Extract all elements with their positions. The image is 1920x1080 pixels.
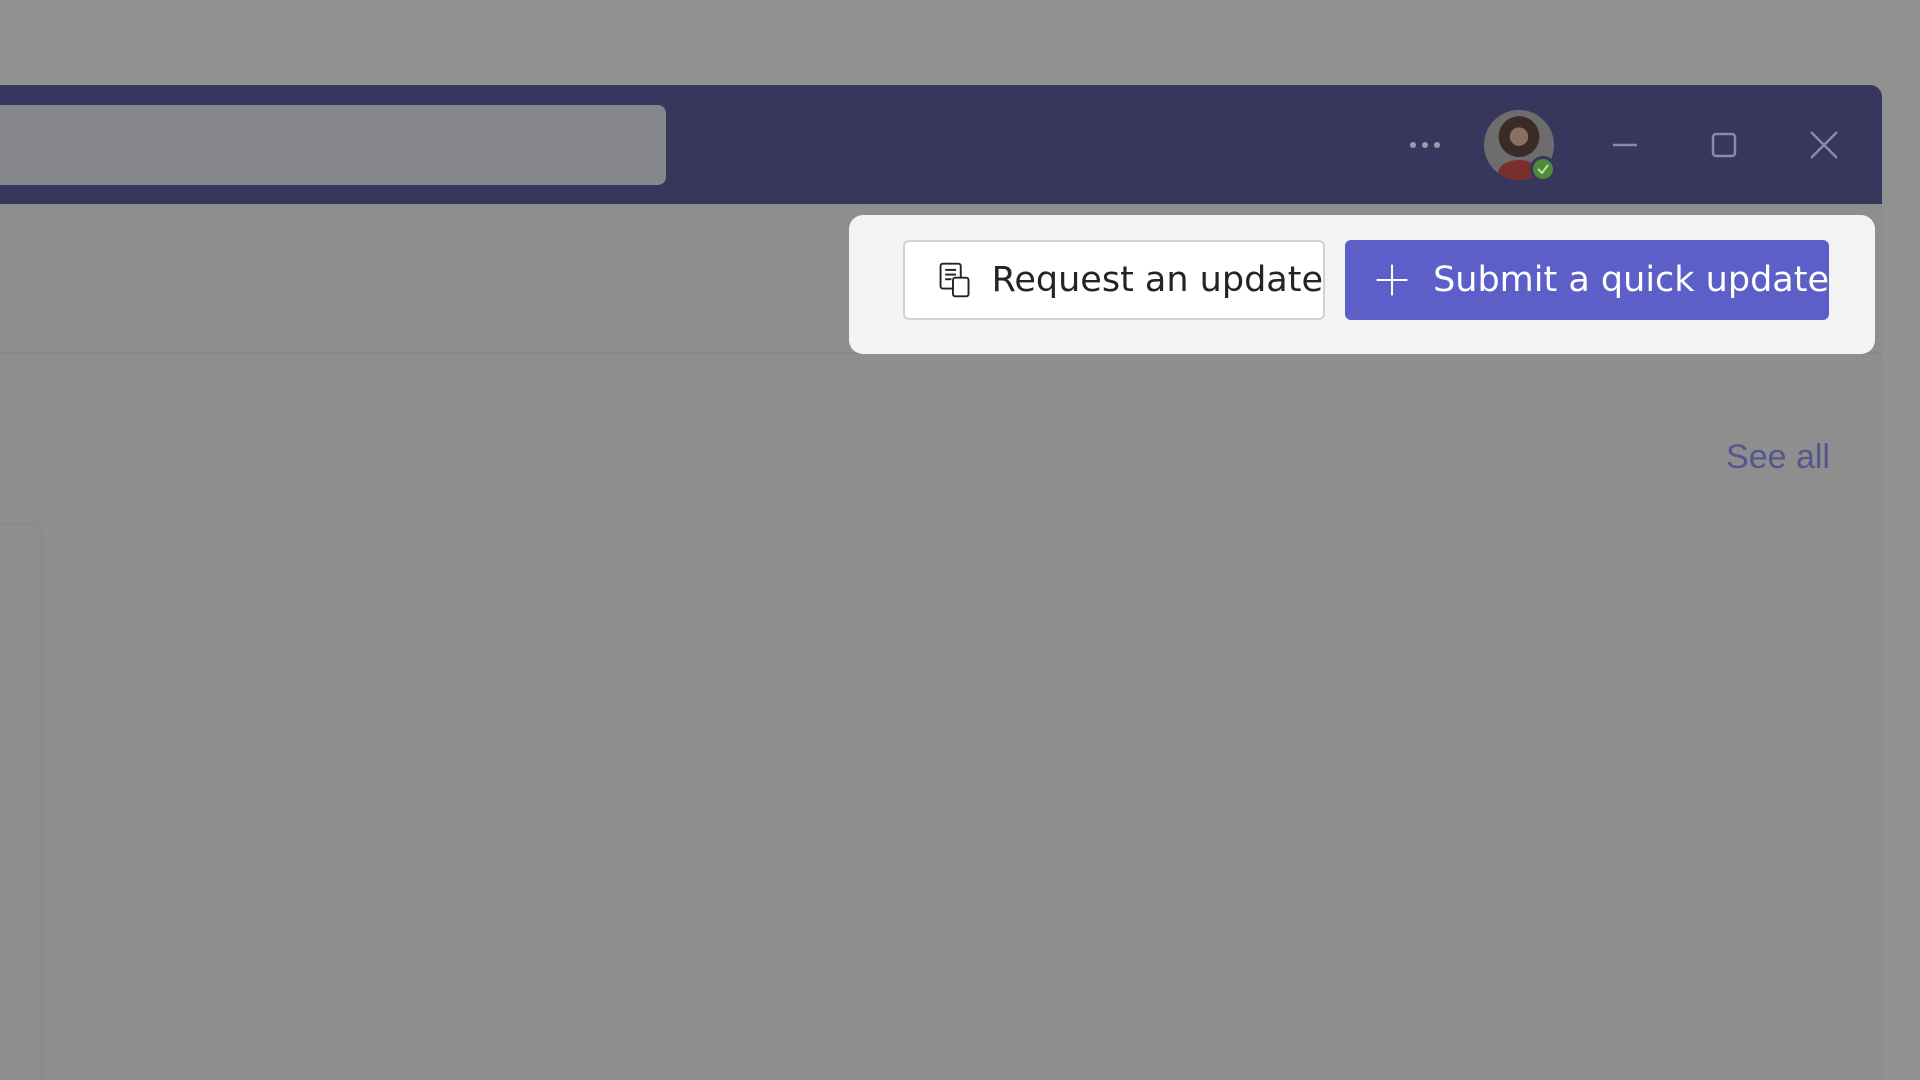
maximize-icon: [1711, 132, 1737, 158]
avatar[interactable]: [1484, 110, 1556, 182]
more-options-button[interactable]: [1395, 115, 1455, 175]
see-all-link[interactable]: See all: [1690, 438, 1830, 477]
plus-icon: [1376, 264, 1408, 296]
screen: See all Request an update Submit a quick…: [0, 0, 1920, 1080]
minimize-icon: [1613, 143, 1637, 147]
request-update-label: Request an update: [991, 260, 1323, 300]
close-button[interactable]: [1794, 115, 1854, 175]
more-horizontal-icon: [1410, 142, 1440, 148]
request-update-button[interactable]: Request an update: [903, 240, 1325, 320]
submit-quick-update-label: Submit a quick update: [1433, 260, 1829, 300]
content-card: [0, 525, 40, 1080]
minimize-button[interactable]: [1595, 115, 1655, 175]
search-input[interactable]: [0, 105, 666, 185]
copy-clipboard-icon: [939, 262, 970, 298]
update-actions-panel: Request an update Submit a quick update: [849, 215, 1875, 354]
title-bar: [0, 85, 1882, 204]
maximize-button[interactable]: [1694, 115, 1754, 175]
submit-quick-update-button[interactable]: Submit a quick update: [1345, 240, 1829, 320]
presence-available-icon: [1530, 156, 1556, 182]
close-icon: [1810, 131, 1838, 159]
